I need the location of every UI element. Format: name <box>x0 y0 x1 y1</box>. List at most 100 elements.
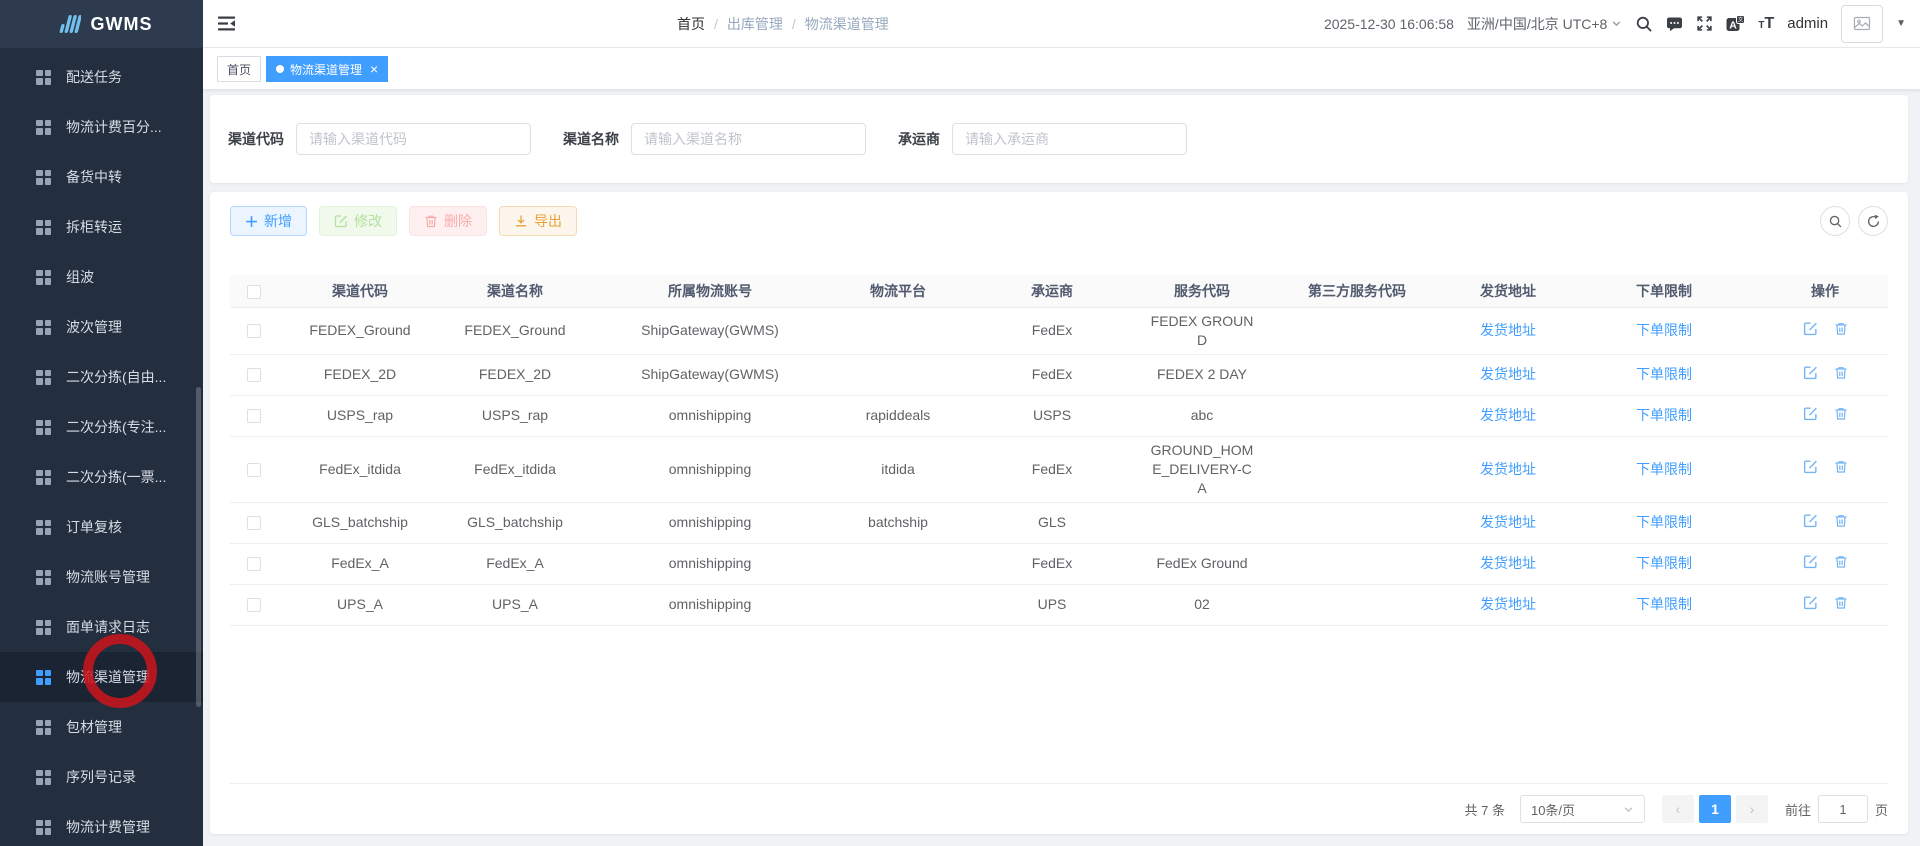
logo-bars-icon <box>59 15 81 33</box>
order-limit-link[interactable]: 下单限制 <box>1636 366 1692 382</box>
row-delete-icon[interactable] <box>1834 595 1848 610</box>
fullscreen-icon[interactable] <box>1696 15 1713 32</box>
sidebar-item-label: 波次管理 <box>66 319 122 335</box>
avatar[interactable] <box>1841 4 1884 43</box>
tab-current[interactable]: 物流渠道管理 × <box>266 56 389 82</box>
order-limit-link[interactable]: 下单限制 <box>1636 596 1692 612</box>
goto-page-input[interactable] <box>1817 795 1868 823</box>
row-edit-icon[interactable] <box>1803 321 1818 336</box>
order-limit-link[interactable]: 下单限制 <box>1636 461 1692 477</box>
order-limit-link[interactable]: 下单限制 <box>1636 322 1692 338</box>
ship-address-link[interactable]: 发货地址 <box>1480 596 1536 612</box>
breadcrumb-section[interactable]: 出库管理 <box>727 14 783 34</box>
cell-channel-name: FedEx_itdida <box>442 436 588 503</box>
row-delete-icon[interactable] <box>1834 321 1848 336</box>
row-checkbox[interactable] <box>247 557 261 572</box>
sidebar-item[interactable]: 序列号记录 <box>0 752 203 802</box>
row-checkbox[interactable] <box>247 409 261 424</box>
next-page-button[interactable]: › <box>1735 795 1768 823</box>
row-delete-icon[interactable] <box>1834 365 1848 380</box>
timezone-selector[interactable]: 亚洲/中国/北京 UTC+8 <box>1467 14 1622 34</box>
row-edit-icon[interactable] <box>1803 513 1818 528</box>
tab-close-icon[interactable]: × <box>370 62 378 76</box>
sidebar-item[interactable]: 备货中转 <box>0 152 203 202</box>
ship-address-link[interactable]: 发货地址 <box>1480 322 1536 338</box>
order-limit-link[interactable]: 下单限制 <box>1636 555 1692 571</box>
row-delete-icon[interactable] <box>1834 459 1848 474</box>
cell-platform: batchship <box>832 502 964 544</box>
row-checkbox[interactable] <box>247 598 261 613</box>
translate-icon[interactable]: A 文 <box>1726 15 1746 32</box>
page-size-select[interactable]: 10条/页 <box>1519 795 1645 823</box>
sidebar-item[interactable]: 二次分拣(一票... <box>0 452 203 502</box>
sidebar-item[interactable]: 包材管理 <box>0 702 203 752</box>
font-size-icon[interactable]: TT <box>1758 15 1774 33</box>
export-button[interactable]: 导出 <box>499 206 577 236</box>
sidebar-item[interactable]: 物流计费百分... <box>0 102 203 152</box>
timezone-text: 亚洲/中国/北京 UTC+8 <box>1466 15 1608 32</box>
sidebar-item[interactable]: 二次分拣(专注... <box>0 402 203 452</box>
search-icon[interactable] <box>1635 15 1653 33</box>
sidebar-item[interactable]: 配送任务 <box>0 52 203 102</box>
breadcrumb-separator: / <box>714 15 718 32</box>
row-delete-icon[interactable] <box>1834 406 1848 421</box>
ship-address-link[interactable]: 发货地址 <box>1480 555 1536 571</box>
sidebar-scrollbar[interactable] <box>196 387 201 707</box>
ship-address-link[interactable]: 发货地址 <box>1480 514 1536 530</box>
prev-page-button[interactable]: ‹ <box>1661 795 1694 823</box>
ship-address-link[interactable]: 发货地址 <box>1480 407 1536 423</box>
search-input[interactable] <box>296 123 531 155</box>
sidebar-item[interactable]: 组波 <box>0 252 203 302</box>
row-checkbox[interactable] <box>247 324 261 339</box>
sidebar-item[interactable]: 面单请求日志 <box>0 602 203 652</box>
row-checkbox[interactable] <box>247 462 261 477</box>
cell-third-party <box>1264 436 1450 503</box>
search-input[interactable] <box>631 123 866 155</box>
menu-fold-icon[interactable] <box>218 15 236 32</box>
sidebar-item[interactable]: 二次分拣(自由... <box>0 352 203 402</box>
pagination: 共 7 条 10条/页 ‹ 1 › 前往 页 <box>230 795 1888 823</box>
page-number-button[interactable]: 1 <box>1698 795 1731 823</box>
row-edit-icon[interactable] <box>1803 554 1818 569</box>
search-input[interactable] <box>952 123 1187 155</box>
add-button[interactable]: 新增 <box>230 206 307 236</box>
select-all-checkbox[interactable] <box>247 284 261 299</box>
order-limit-link[interactable]: 下单限制 <box>1636 407 1692 423</box>
ship-address-link[interactable]: 发货地址 <box>1480 461 1536 477</box>
row-edit-icon[interactable] <box>1803 365 1818 380</box>
row-checkbox[interactable] <box>247 368 261 383</box>
tab-home[interactable]: 首页 <box>217 56 262 82</box>
sidebar-item[interactable]: 波次管理 <box>0 302 203 352</box>
ship-address-link[interactable]: 发货地址 <box>1480 366 1536 382</box>
breadcrumb-home[interactable]: 首页 <box>677 14 705 34</box>
cell-service-code: FEDEX 2 DAY <box>1140 354 1264 396</box>
row-checkbox[interactable] <box>247 516 261 531</box>
app-title: GWMS <box>90 13 153 34</box>
sidebar-item[interactable]: 拆柜转运 <box>0 202 203 252</box>
row-edit-icon[interactable] <box>1803 406 1818 421</box>
row-delete-icon[interactable] <box>1834 554 1848 569</box>
row-delete-icon[interactable] <box>1834 513 1848 528</box>
table-wrap: 渠道代码 渠道名称 所属物流账号 物流平台 承运商 服务代码 第三方服务代码 发货地址 下单限制… <box>230 275 1888 784</box>
svg-text:文: 文 <box>1738 16 1744 24</box>
edit-button[interactable]: 修改 <box>319 206 397 236</box>
sidebar-item[interactable]: 物流账号管理 <box>0 552 203 602</box>
sidebar-item[interactable]: 订单复核 <box>0 502 203 552</box>
sidebar-item-label: 序列号记录 <box>66 769 136 785</box>
order-limit-link[interactable]: 下单限制 <box>1636 514 1692 530</box>
row-edit-icon[interactable] <box>1803 459 1818 474</box>
table-header-row: 渠道代码 渠道名称 所属物流账号 物流平台 承运商 服务代码 第三方服务代码 发货地址 下单限制… <box>230 275 1888 308</box>
toggle-search-button[interactable] <box>1820 206 1850 236</box>
cell-account: omnishipping <box>588 502 832 544</box>
column-header: 承运商 <box>964 275 1140 308</box>
column-header: 第三方服务代码 <box>1264 275 1450 308</box>
refresh-button[interactable] <box>1858 206 1888 236</box>
row-edit-icon[interactable] <box>1803 595 1818 610</box>
message-icon[interactable] <box>1666 16 1683 32</box>
sidebar-item[interactable]: 物流渠道管理 <box>0 652 203 702</box>
delete-button[interactable]: 删除 <box>409 206 487 236</box>
sidebar-item-label: 二次分拣(一票... <box>66 469 167 485</box>
user-dropdown-caret[interactable]: ▼ <box>1896 18 1906 29</box>
sidebar-item[interactable]: 物流计费管理 <box>0 802 203 846</box>
breadcrumb-current: 物流渠道管理 <box>804 15 889 32</box>
